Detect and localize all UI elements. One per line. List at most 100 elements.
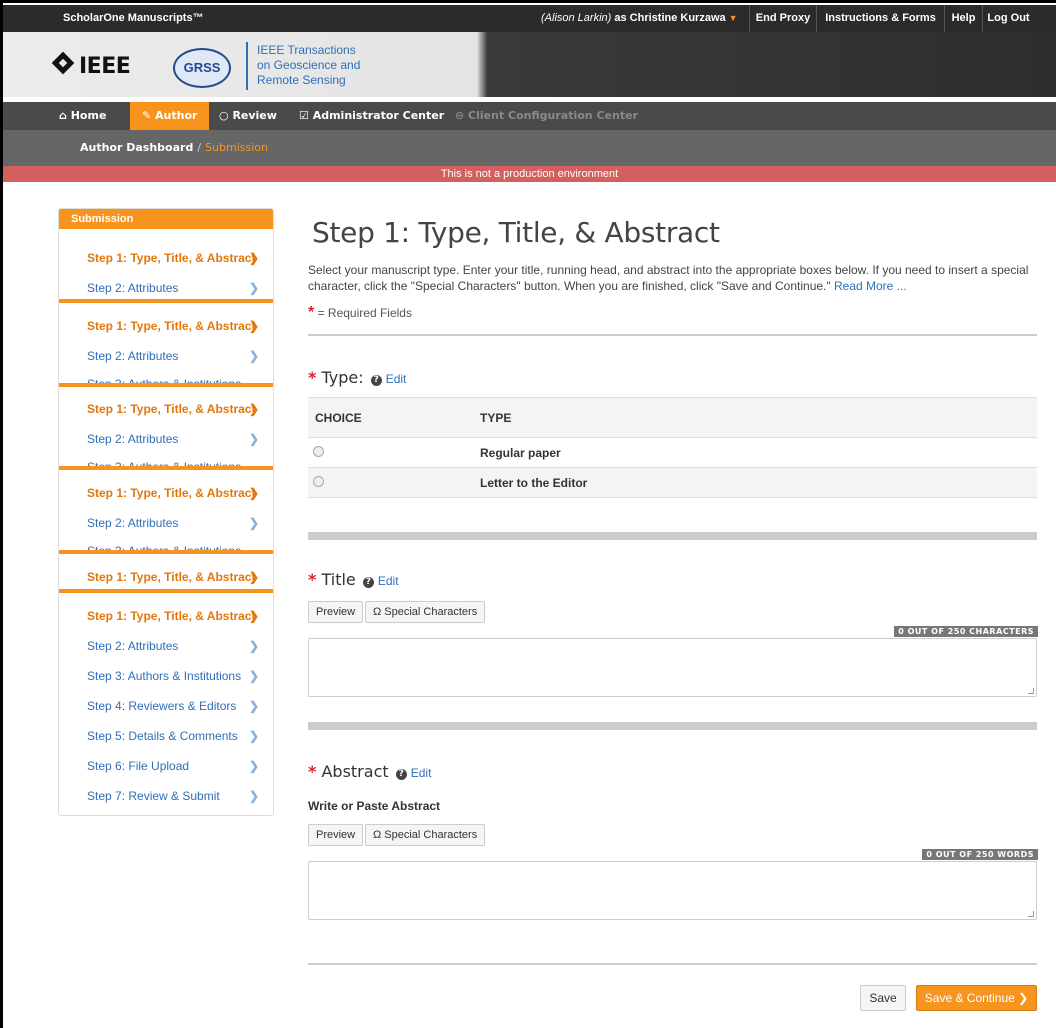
nav-administrator-center[interactable]: ☑ Administrator Center <box>299 102 444 130</box>
step-sidebar: Submission Step 1: Type, Title, & Abstra… <box>58 208 274 816</box>
caret-down-icon: ▼ <box>728 13 738 23</box>
page-title: Step 1: Type, Title, & Abstract <box>312 216 720 249</box>
chevron-right-icon: ❯ <box>248 789 259 803</box>
sidebar-step7[interactable]: Step 7: Review & Submit ❯ <box>87 789 267 803</box>
type-radio-regular[interactable] <box>313 445 324 457</box>
top-bar: ScholarOne Manuscripts™ (Alison Larkin) … <box>3 5 1056 32</box>
instructions-forms-link[interactable]: Instructions & Forms <box>816 5 944 32</box>
end-proxy-link[interactable]: End Proxy <box>749 5 816 32</box>
abstract-word-counter: 0 OUT OF 250 WORDS <box>922 849 1038 860</box>
title-character-counter: 0 OUT OF 250 CHARACTERS <box>894 626 1038 637</box>
col-choice: CHOICE <box>308 397 480 438</box>
resize-handle-icon[interactable] <box>1028 911 1034 917</box>
nav-author[interactable]: ✎ Author <box>130 102 210 130</box>
nav-home[interactable]: ⌂ Home <box>59 102 106 130</box>
sidebar-step2[interactable]: Step 2: Attributes ❯ <box>87 516 267 530</box>
col-type: TYPE <box>480 397 1037 438</box>
sidebar-step1[interactable]: Step 1: Type, Title, & Abstract ❯ <box>87 609 267 623</box>
save-button[interactable]: Save <box>860 985 906 1011</box>
required-star-icon: * <box>308 368 317 387</box>
comment-icon: ○ <box>219 109 233 122</box>
help-icon[interactable]: ? <box>395 769 407 780</box>
title-input[interactable] <box>308 638 1037 697</box>
sidebar-step1[interactable]: Step 1: Type, Title, & Abstract ❯ <box>87 319 267 333</box>
type-edit-link[interactable]: Edit <box>386 372 407 386</box>
breadcrumb-dashboard[interactable]: Author Dashboard <box>80 141 193 154</box>
chevron-right-icon: ❯ <box>248 699 259 713</box>
nav-client-configuration-center[interactable]: ⊖ Client Configuration Center <box>455 102 638 130</box>
ieee-logo[interactable]: IEEE <box>51 51 131 79</box>
abstract-preview-button[interactable]: Preview <box>308 824 364 846</box>
abstract-special-characters-button[interactable]: Ω Special Characters <box>365 824 486 846</box>
table-row[interactable]: Regular paper <box>308 437 1037 468</box>
proxy-name: (Alison Larkin) <box>541 12 612 24</box>
home-icon: ⌂ <box>59 109 71 122</box>
required-star-icon: * <box>308 570 317 589</box>
environment-warning: This is not a production environment <box>3 166 1056 182</box>
divider <box>308 963 1037 965</box>
sidebar-divider <box>59 589 273 593</box>
sidebar-step4[interactable]: Step 4: Reviewers & Editors ❯ <box>87 699 267 713</box>
nav-review[interactable]: ○ Review <box>219 102 277 130</box>
proxy-as: as Christine Kurzawa <box>611 12 726 24</box>
chevron-right-icon: ❯ <box>248 639 259 653</box>
help-icon[interactable]: ? <box>370 375 382 386</box>
sidebar-step2[interactable]: Step 2: Attributes ❯ <box>87 639 267 653</box>
table-row[interactable]: Letter to the Editor <box>308 467 1037 498</box>
breadcrumb-current: Submission <box>205 141 268 154</box>
required-star-icon: * <box>308 304 315 321</box>
title-section-title: * Title ? Edit <box>308 570 399 589</box>
chevron-right-icon: ❯ <box>248 759 259 773</box>
sidebar-step1[interactable]: Step 1: Type, Title, & Abstract ❯ <box>87 251 267 265</box>
type-name: Letter to the Editor <box>480 467 1037 498</box>
abstract-input[interactable] <box>308 861 1037 920</box>
chevron-right-icon: ❯ <box>248 729 259 743</box>
type-radio-letter[interactable] <box>313 475 324 487</box>
chevron-right-icon: ❯ <box>248 486 259 500</box>
chevron-right-icon: ❯ <box>248 609 259 623</box>
logout-link[interactable]: Log Out <box>982 5 1034 32</box>
sidebar-step6[interactable]: Step 6: File Upload ❯ <box>87 759 267 773</box>
sidebar-divider <box>59 383 273 387</box>
title-special-characters-button[interactable]: Ω Special Characters <box>365 601 486 623</box>
title-edit-link[interactable]: Edit <box>378 574 399 588</box>
instructions-text: Select your manuscript type. Enter your … <box>308 263 1029 293</box>
sidebar-header: Submission <box>59 209 273 229</box>
sidebar-step2[interactable]: Step 2: Attributes ❯ <box>87 349 267 363</box>
chevron-right-icon: ❯ <box>248 516 259 530</box>
sidebar-step1[interactable]: Step 1: Type, Title, & Abstract ❯ <box>87 570 267 584</box>
chevron-right-icon: ❯ <box>248 402 259 416</box>
abstract-edit-link[interactable]: Edit <box>411 766 432 780</box>
title-preview-button[interactable]: Preview <box>308 601 364 623</box>
chevron-right-icon: ❯ <box>248 432 259 446</box>
section-divider <box>308 722 1037 730</box>
type-section-title: * Type: ? Edit <box>308 368 407 387</box>
minus-circle-icon: ⊖ <box>455 109 469 122</box>
breadcrumb: Author Dashboard / Submission <box>3 130 1056 166</box>
chevron-right-icon: ❯ <box>1018 991 1029 1005</box>
help-icon[interactable]: ? <box>362 577 374 588</box>
chevron-right-icon: ❯ <box>248 251 259 265</box>
sidebar-divider <box>59 299 273 303</box>
sidebar-step3[interactable]: Step 3: Authors & Institutions ❯ <box>87 669 267 683</box>
brand-name: ScholarOne Manuscripts™ <box>63 12 204 24</box>
pencil-icon: ✎ <box>142 109 156 122</box>
sidebar-step2[interactable]: Step 2: Attributes ❯ <box>87 432 267 446</box>
proxy-user-menu[interactable]: (Alison Larkin) as Christine Kurzawa ▼ <box>531 5 748 32</box>
help-link[interactable]: Help <box>944 5 982 32</box>
chevron-right-icon: ❯ <box>248 281 259 295</box>
sidebar-step1[interactable]: Step 1: Type, Title, & Abstract ❯ <box>87 486 267 500</box>
check-square-icon: ☑ <box>299 109 313 122</box>
read-more-link[interactable]: Read More ... <box>834 279 907 293</box>
sidebar-step5[interactable]: Step 5: Details & Comments ❯ <box>87 729 267 743</box>
site-header: IEEE GRSS IEEE Transactions on Geoscienc… <box>3 32 1056 97</box>
sidebar-divider <box>59 550 273 554</box>
chevron-right-icon: ❯ <box>248 319 259 333</box>
resize-handle-icon[interactable] <box>1028 688 1034 694</box>
required-note: * = Required Fields <box>308 304 412 321</box>
chevron-right-icon: ❯ <box>248 669 259 683</box>
sidebar-step2[interactable]: Step 2: Attributes ❯ <box>87 281 267 295</box>
save-continue-button[interactable]: Save & Continue ❯ <box>916 985 1037 1011</box>
chevron-right-icon: ❯ <box>248 570 259 584</box>
sidebar-step1[interactable]: Step 1: Type, Title, & Abstract ❯ <box>87 402 267 416</box>
